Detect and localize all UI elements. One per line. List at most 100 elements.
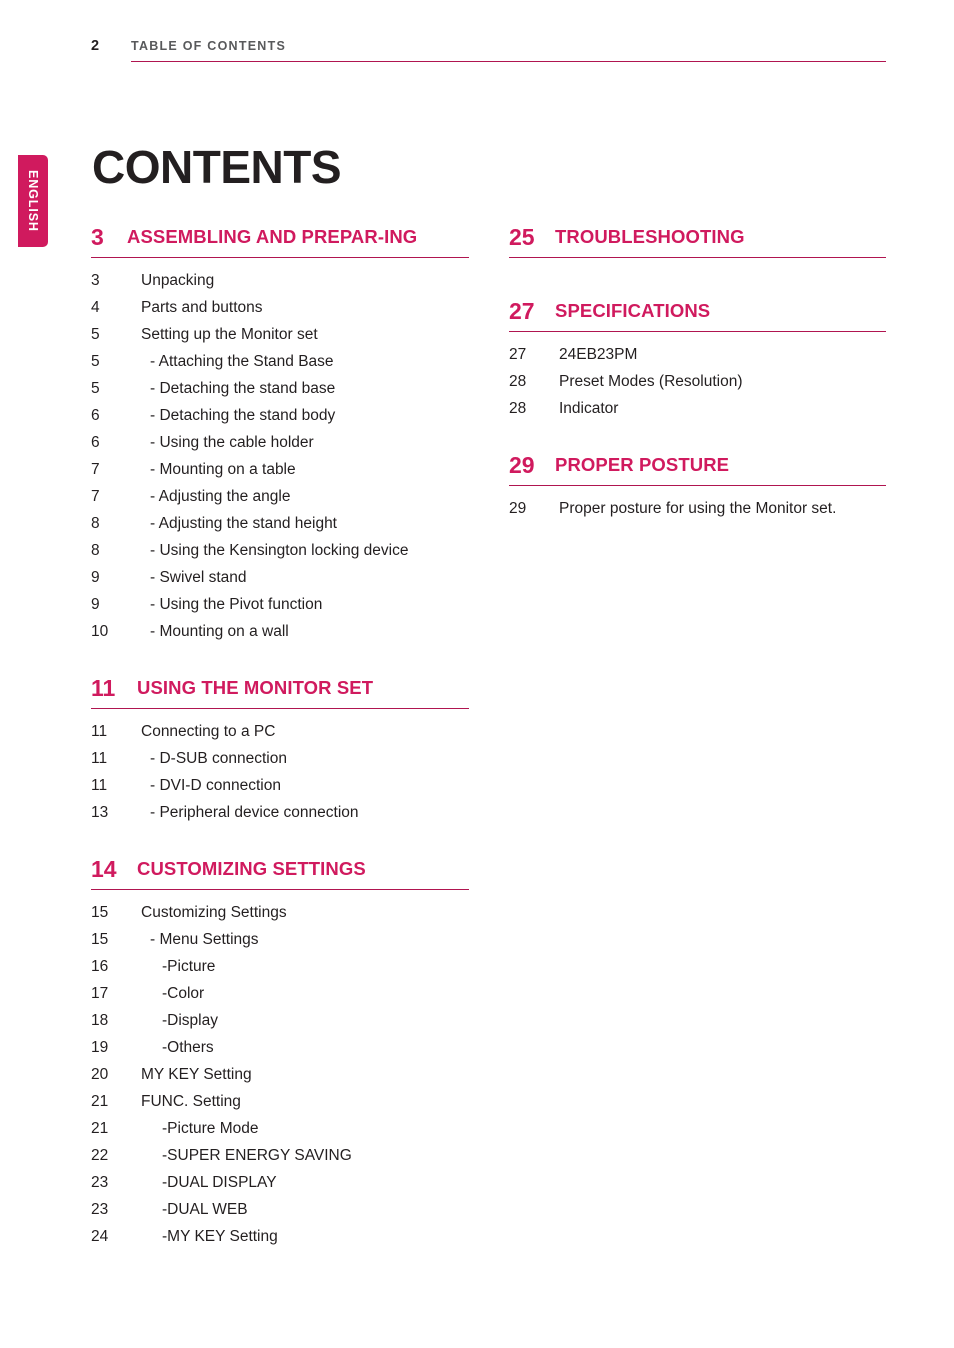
toc-entry[interactable]: 7 - Adjusting the angle <box>91 483 469 510</box>
language-tab-label: ENGLISH <box>26 170 40 232</box>
toc-entry-page: 27 <box>509 346 527 363</box>
toc-entry-label: FUNC. Setting <box>141 1093 241 1110</box>
toc-entry-page: 5 <box>91 353 100 370</box>
toc-section-heading-row: 29 PROPER POSTURE <box>509 450 886 480</box>
toc-section-spacer <box>509 258 886 268</box>
toc-entry[interactable]: 21 -Picture Mode <box>91 1115 469 1142</box>
toc-entry[interactable]: 23 -DUAL DISPLAY <box>91 1169 469 1196</box>
toc-entry[interactable]: 4 Parts and buttons <box>91 294 469 321</box>
toc-entry[interactable]: 5 - Attaching the Stand Base <box>91 348 469 375</box>
toc-entry-label: -Color <box>162 985 205 1002</box>
toc-entry[interactable]: 6 - Using the cable holder <box>91 429 469 456</box>
toc-entry[interactable]: 11 - D-SUB connection <box>91 745 469 772</box>
toc-entry[interactable]: 24 -MY KEY Setting <box>91 1223 469 1250</box>
toc-section-heading[interactable]: 14 CUSTOMIZING SETTINGS <box>91 854 469 890</box>
toc-entry[interactable]: 21 FUNC. Setting <box>91 1088 469 1115</box>
toc-entry-page: 16 <box>91 958 109 975</box>
toc-section: 25 TROUBLESHOOTING <box>509 222 886 268</box>
toc-entry-list: 3 Unpacking 4 Parts and buttons 5 Setting up … <box>91 267 469 645</box>
toc-entry-label: - Using the Pivot function <box>150 596 323 613</box>
toc-entry[interactable]: 8 - Adjusting the stand height <box>91 510 469 537</box>
page-header: 2 TABLE OF CONTENTS <box>91 36 886 64</box>
toc-entry-label: Indicator <box>559 400 619 417</box>
toc-entry[interactable]: 3 Unpacking <box>91 267 469 294</box>
toc-entry-page: 6 <box>91 407 100 424</box>
toc-entry-label: -DUAL WEB <box>162 1201 248 1218</box>
toc-entry[interactable]: 7 - Mounting on a table <box>91 456 469 483</box>
toc-section-heading[interactable]: 11 USING THE MONITOR SET <box>91 673 469 709</box>
toc-entry-label: -SUPER ENERGY SAVING <box>162 1147 352 1164</box>
toc-entry-page: 8 <box>91 542 100 559</box>
toc-entry[interactable]: 18 -Display <box>91 1007 469 1034</box>
toc-section-heading[interactable]: 27 SPECIFICATIONS <box>509 296 886 332</box>
toc-section-title: PROPER POSTURE <box>555 454 730 475</box>
toc-entry[interactable]: 9 - Swivel stand <box>91 564 469 591</box>
toc-entry-label: -Display <box>162 1012 218 1029</box>
toc-entry-page: 23 <box>91 1201 109 1218</box>
toc-entry[interactable]: 11 Connecting to a PC <box>91 718 469 745</box>
toc-entry-label: Setting up the Monitor set <box>141 326 318 343</box>
toc-section-heading-row: 11 USING THE MONITOR SET <box>91 673 469 703</box>
toc-entry-label: Parts and buttons <box>141 299 263 316</box>
toc-entry-page: 15 <box>91 904 109 921</box>
toc-entry-label: Connecting to a PC <box>141 723 276 740</box>
toc-entry-list: 27 24EB23PM 28 Preset Modes (Resolution) 28 I… <box>509 341 886 422</box>
toc-entry-label: -DUAL DISPLAY <box>162 1174 277 1191</box>
toc-entry[interactable]: 28 Indicator <box>509 395 886 422</box>
toc-entry-label: - Mounting on a wall <box>150 623 289 640</box>
toc-section-heading[interactable]: 3 ASSEMBLING AND PREPAR-ING <box>91 222 469 258</box>
toc-entry-label: - Adjusting the stand height <box>150 515 337 532</box>
toc-entry[interactable]: 22 -SUPER ENERGY SAVING <box>91 1142 469 1169</box>
toc-section-page-number: 25 <box>509 224 535 250</box>
toc-entry[interactable]: 8 - Using the Kensington locking device <box>91 537 469 564</box>
toc-entry[interactable]: 5 - Detaching the stand base <box>91 375 469 402</box>
toc-entry-label: - Using the Kensington locking device <box>150 542 409 559</box>
toc-entry-page: 4 <box>91 299 100 316</box>
toc-entry[interactable]: 5 Setting up the Monitor set <box>91 321 469 348</box>
toc-entry-page: 9 <box>91 569 100 586</box>
toc-entry[interactable]: 28 Preset Modes (Resolution) <box>509 368 886 395</box>
toc-entry-label: -Others <box>162 1039 214 1056</box>
toc-entry[interactable]: 13 - Peripheral device connection <box>91 799 469 826</box>
toc-entry[interactable]: 10 - Mounting on a wall <box>91 618 469 645</box>
toc-entry[interactable]: 15 Customizing Settings <box>91 899 469 926</box>
toc-entry-page: 20 <box>91 1066 109 1083</box>
toc-entry-page: 3 <box>91 272 100 289</box>
toc-entry-label: - Detaching the stand body <box>150 407 336 424</box>
toc-entry[interactable]: 9 - Using the Pivot function <box>91 591 469 618</box>
toc-entry[interactable]: 6 - Detaching the stand body <box>91 402 469 429</box>
toc-entry-label: MY KEY Setting <box>141 1066 252 1083</box>
toc-entry[interactable]: 17 -Color <box>91 980 469 1007</box>
toc-section-heading[interactable]: 29 PROPER POSTURE <box>509 450 886 486</box>
toc-entry[interactable]: 27 24EB23PM <box>509 341 886 368</box>
toc-section-title: ASSEMBLING AND PREPAR-ING <box>127 226 418 247</box>
toc-entry-label: - Peripheral device connection <box>150 804 359 821</box>
header-title: TABLE OF CONTENTS <box>131 39 287 53</box>
toc-entry[interactable]: 11 - DVI-D connection <box>91 772 469 799</box>
toc-entry[interactable]: 29 Proper posture for using the Monitor s… <box>509 495 886 522</box>
toc-entry[interactable]: 23 -DUAL WEB <box>91 1196 469 1223</box>
toc-section-heading-row: 14 CUSTOMIZING SETTINGS <box>91 854 469 884</box>
toc-entry[interactable]: 16 -Picture <box>91 953 469 980</box>
toc-entry[interactable]: 15 - Menu Settings <box>91 926 469 953</box>
toc-entry-page: 21 <box>91 1093 109 1110</box>
toc-entry[interactable]: 20 MY KEY Setting <box>91 1061 469 1088</box>
toc-entry-page: 8 <box>91 515 100 532</box>
toc-entry-label: -Picture Mode <box>162 1120 259 1137</box>
toc-section-page-number: 27 <box>509 298 535 324</box>
toc-entry-label: - Menu Settings <box>150 931 259 948</box>
toc-section-heading[interactable]: 25 TROUBLESHOOTING <box>509 222 886 258</box>
toc-entry-page: 11 <box>91 723 108 740</box>
toc-entry[interactable]: 19 -Others <box>91 1034 469 1061</box>
toc-section-page-number: 29 <box>509 452 535 478</box>
toc-section: 29 PROPER POSTURE 29 Proper posture for usi… <box>509 450 886 522</box>
toc-entry-list: 11 Connecting to a PC 11 - D-SUB connection… <box>91 718 469 826</box>
toc-entry-page: 9 <box>91 596 100 613</box>
toc-section-page-number: 11 <box>91 675 116 701</box>
toc-section-page-number: 3 <box>91 224 104 250</box>
toc-entry-label: - Attaching the Stand Base <box>150 353 334 370</box>
toc-section-title: TROUBLESHOOTING <box>555 226 745 247</box>
toc-entry-label: Customizing Settings <box>141 904 287 921</box>
toc-entry-list: 29 Proper posture for using the Monitor s… <box>509 495 886 522</box>
toc-section-title: USING THE MONITOR SET <box>137 677 374 698</box>
